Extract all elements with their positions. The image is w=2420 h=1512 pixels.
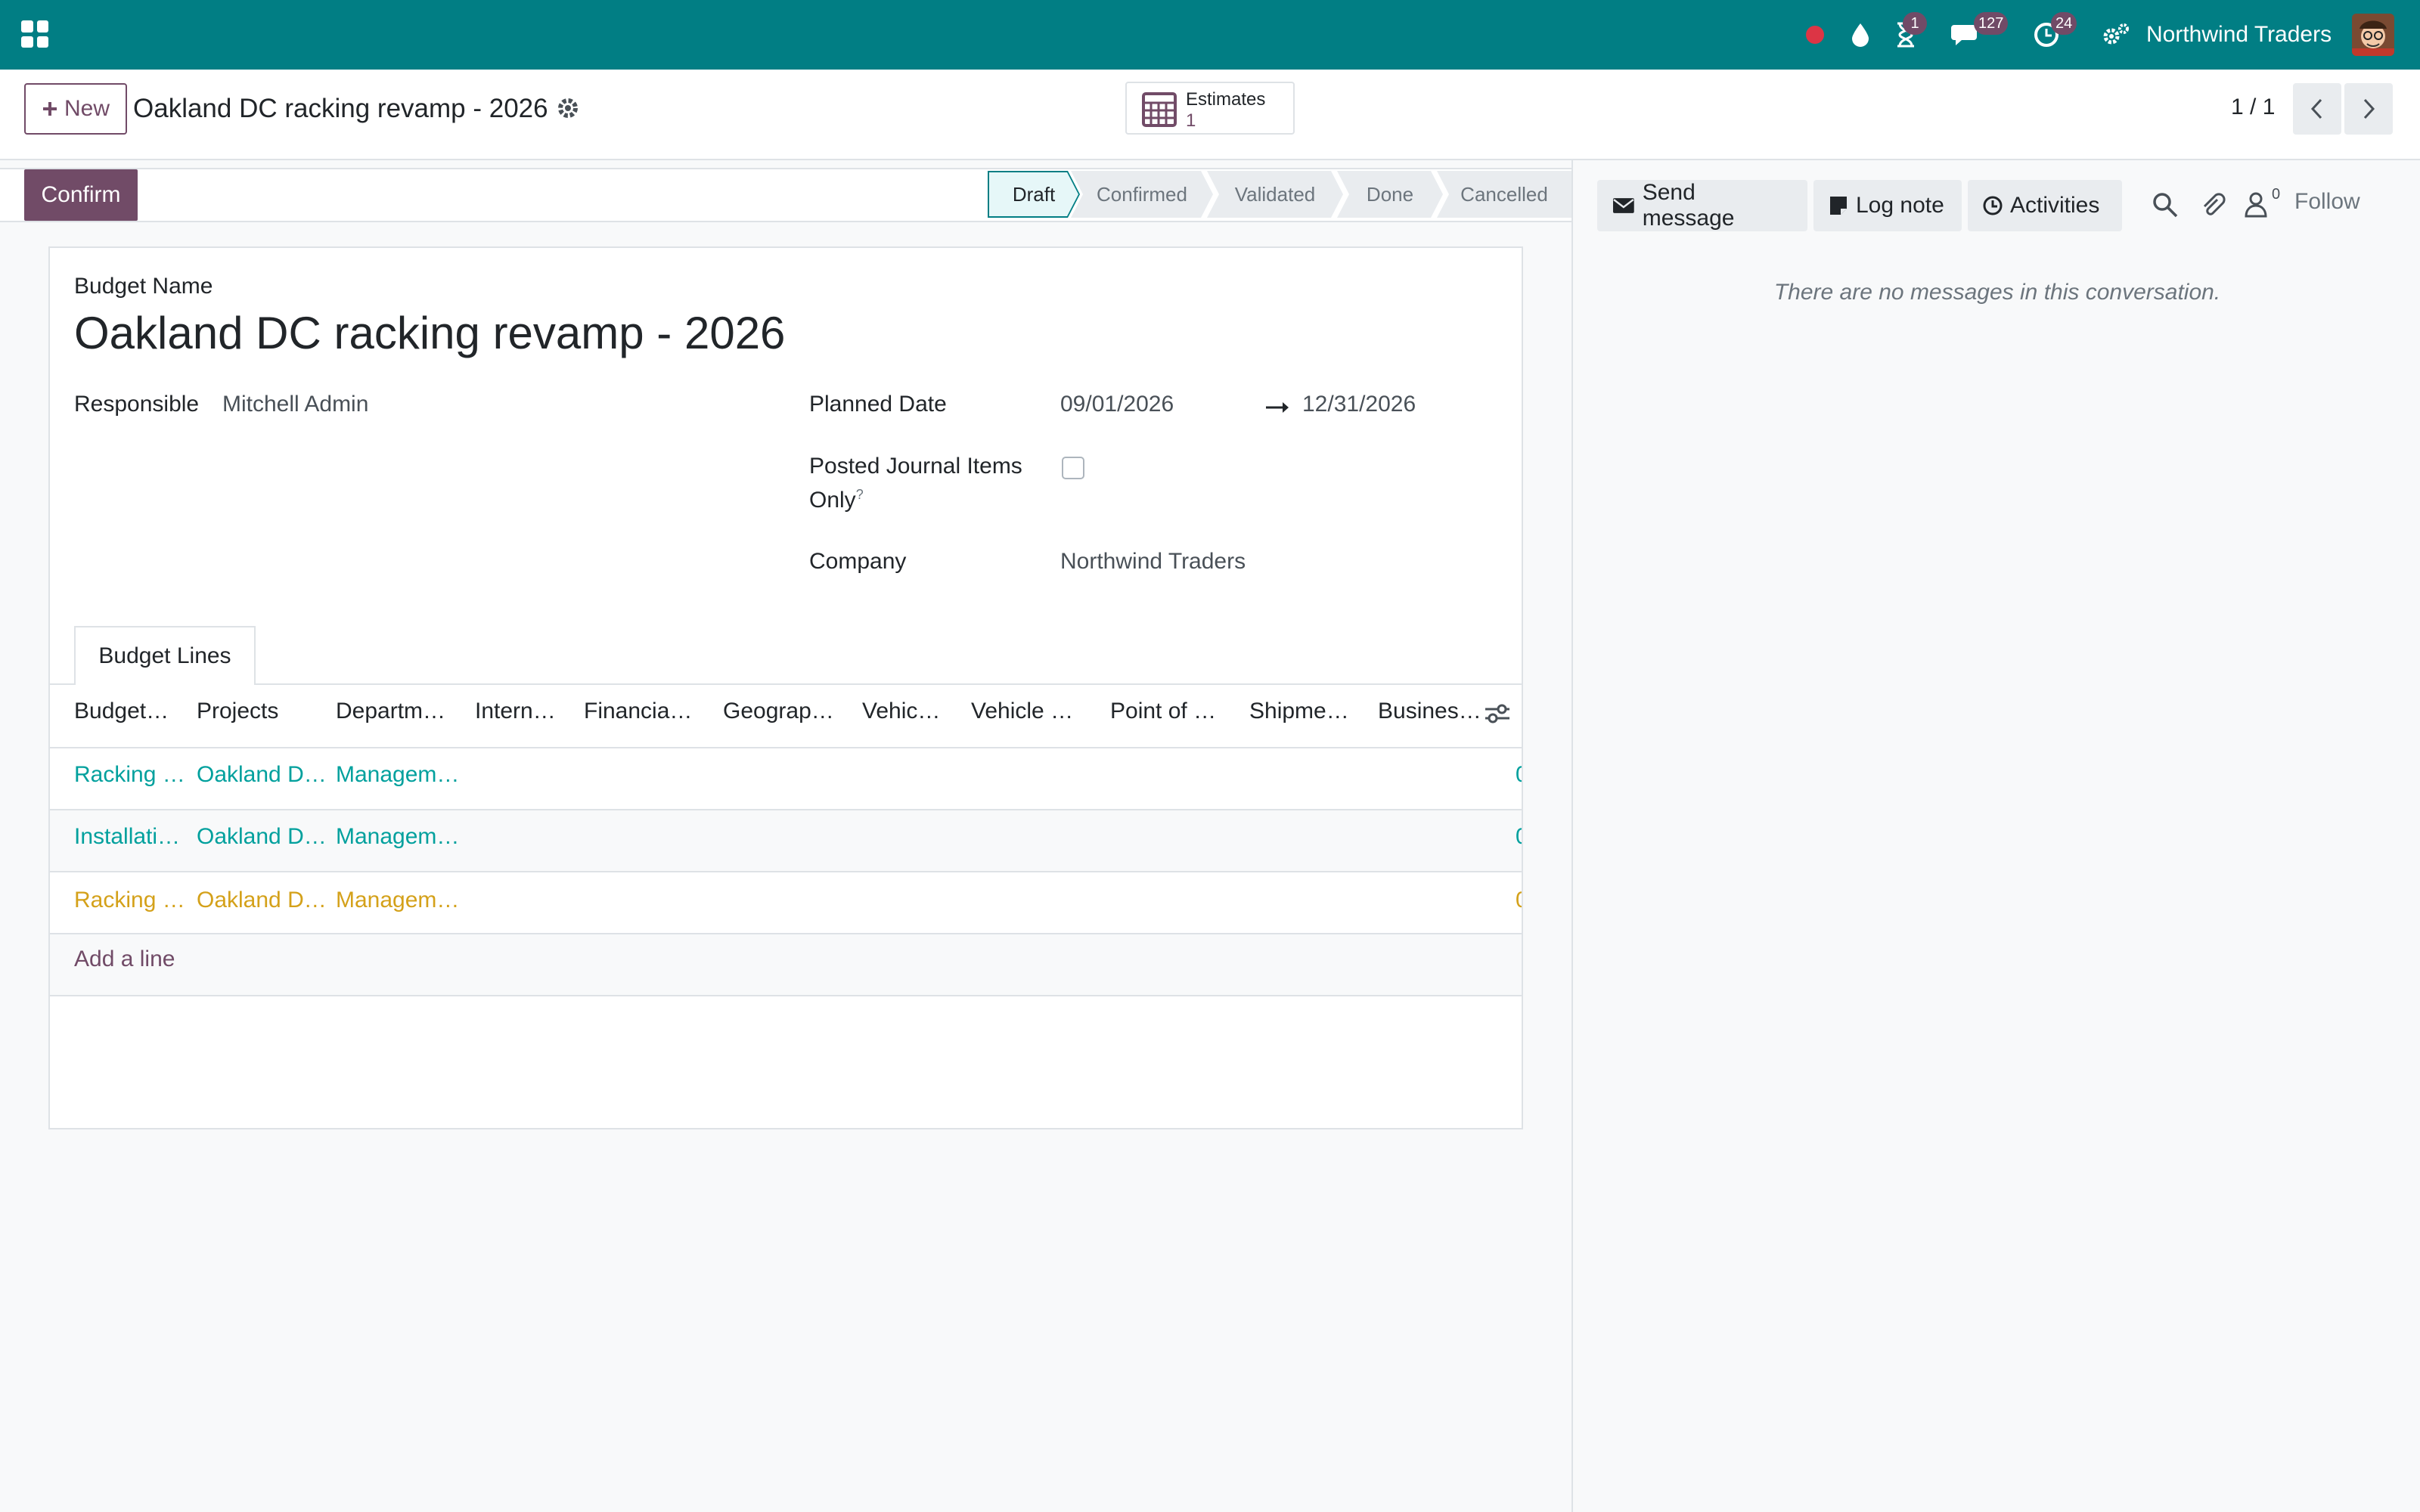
followers-count: 0 (2272, 186, 2281, 203)
recording-dot-icon[interactable] (1801, 0, 1829, 70)
stage-validated[interactable]: Validated (1207, 171, 1343, 218)
cell-department: Managem… (336, 888, 460, 912)
column-department[interactable]: Departm… (336, 699, 445, 724)
cell-truncated: 0 (1516, 888, 1522, 913)
chatter-divider (1571, 160, 1573, 1512)
activities-badge: 1 (1903, 12, 1927, 35)
followers-icon[interactable] (2242, 191, 2270, 219)
confirm-button[interactable]: Confirm (24, 169, 138, 221)
log-note-button[interactable]: Log note (1813, 180, 1962, 231)
chevron-left-icon (2310, 98, 2322, 119)
add-line-row (50, 934, 1522, 996)
estimates-count: 1 (1186, 110, 1196, 131)
posted-journal-checkbox[interactable] (1062, 457, 1084, 479)
cell-budget: Racking … (74, 762, 185, 787)
tab-divider (48, 683, 1523, 685)
column-geography[interactable]: Geograp… (723, 699, 834, 724)
chevron-right-icon (2363, 98, 2375, 119)
column-budget[interactable]: Budget… (74, 699, 169, 724)
cell-budget: Installati… (74, 824, 181, 849)
estimates-label: Estimates (1186, 89, 1266, 110)
pager-value[interactable]: 1 / 1 (2231, 91, 2275, 124)
estimates-smart-button[interactable]: Estimates 1 (1125, 82, 1295, 135)
posted-journal-label-only: Only? (809, 487, 864, 513)
send-message-button[interactable]: Send message (1597, 180, 1807, 231)
cell-truncated: 0 (1516, 762, 1522, 788)
company-switcher[interactable]: Northwind Traders (2146, 20, 2332, 50)
cell-truncated: 0 (1516, 824, 1522, 850)
budget-name-field[interactable]: Oakland DC racking revamp - 2026 (74, 302, 785, 364)
messages-badge: 127 (1974, 12, 2009, 35)
stage-draft-label: Draft (989, 172, 1078, 216)
column-business[interactable]: Busines… (1378, 699, 1481, 724)
stage-cancelled[interactable]: Cancelled (1437, 171, 1571, 218)
company-label: Company (809, 549, 907, 574)
drop-icon[interactable] (1845, 0, 1876, 70)
pager-previous-button[interactable] (2293, 83, 2341, 135)
plus-icon (42, 102, 57, 116)
new-button[interactable]: New (24, 83, 127, 135)
form-sheet (48, 246, 1523, 1129)
column-vehicle-1[interactable]: Vehic… (862, 699, 940, 724)
responsible-label: Responsible (74, 392, 200, 417)
posted-journal-label-line2: Only (809, 488, 856, 513)
help-tooltip-icon[interactable]: ? (856, 487, 864, 502)
posted-journal-label: Posted Journal Items (809, 454, 1022, 479)
optional-columns-icon[interactable] (1484, 702, 1511, 726)
column-internal[interactable]: Intern… (475, 699, 556, 724)
cell-department: Managem… (336, 824, 460, 849)
search-icon[interactable] (2151, 191, 2180, 219)
new-button-label: New (64, 96, 110, 121)
column-projects[interactable]: Projects (197, 699, 278, 724)
stage-done[interactable]: Done (1337, 171, 1443, 218)
hourglass-icon[interactable] (1891, 0, 1921, 70)
clock-icon[interactable] (2031, 0, 2062, 70)
tab-budget-lines[interactable]: Budget Lines (74, 626, 256, 685)
activities-button[interactable]: Activities (1968, 180, 2122, 231)
log-note-label: Log note (1856, 193, 1944, 218)
clock-icon (1983, 196, 2003, 215)
clock-badge: 24 (2051, 12, 2077, 35)
chat-bubble-icon[interactable] (1950, 0, 1983, 70)
follow-button[interactable]: Follow (2294, 189, 2360, 215)
envelope-icon (1612, 198, 1634, 213)
column-financial[interactable]: Financia… (584, 699, 692, 724)
responsible-field[interactable]: Mitchell Admin (222, 392, 368, 417)
pager-next-button[interactable] (2344, 83, 2393, 135)
arrow-right-icon (1266, 402, 1289, 413)
planned-date-label: Planned Date (809, 392, 947, 417)
date-from-field[interactable]: 09/01/2026 (1060, 392, 1174, 417)
note-icon (1830, 197, 1847, 215)
cell-project: Oakland D… (197, 824, 327, 849)
paperclip-icon[interactable] (2198, 191, 2226, 219)
cell-project: Oakland D… (197, 888, 327, 912)
date-to-field[interactable]: 12/31/2026 (1302, 392, 1416, 417)
column-vehicle-2[interactable]: Vehicle … (971, 699, 1073, 724)
activities-label: Activities (2010, 193, 2100, 218)
stage-draft[interactable]: Draft (988, 171, 1080, 218)
column-shipment[interactable]: Shipme… (1249, 699, 1349, 724)
stage-confirmed[interactable]: Confirmed (1071, 171, 1213, 218)
cell-budget: Racking … (74, 888, 185, 912)
company-field[interactable]: Northwind Traders (1060, 549, 1246, 575)
calculator-icon (1142, 92, 1177, 127)
send-message-label: Send message (1642, 180, 1735, 231)
top-navbar: 1 127 24 Northwind Traders (0, 0, 2420, 70)
apps-grid-icon[interactable] (21, 20, 48, 48)
breadcrumb-record-title: Oakland DC racking revamp - 2026 (133, 94, 548, 123)
gear-icon[interactable] (555, 95, 581, 121)
cell-project: Oakland D… (197, 762, 327, 787)
user-avatar[interactable] (2352, 14, 2394, 56)
column-point-of[interactable]: Point of … (1110, 699, 1216, 724)
settings-gears-icon[interactable] (2099, 0, 2133, 70)
add-line-link[interactable]: Add a line (74, 947, 175, 972)
cell-department: Managem… (336, 762, 460, 787)
empty-conversation-message: There are no messages in this conversati… (1773, 280, 2221, 305)
budget-name-label: Budget Name (74, 274, 213, 299)
